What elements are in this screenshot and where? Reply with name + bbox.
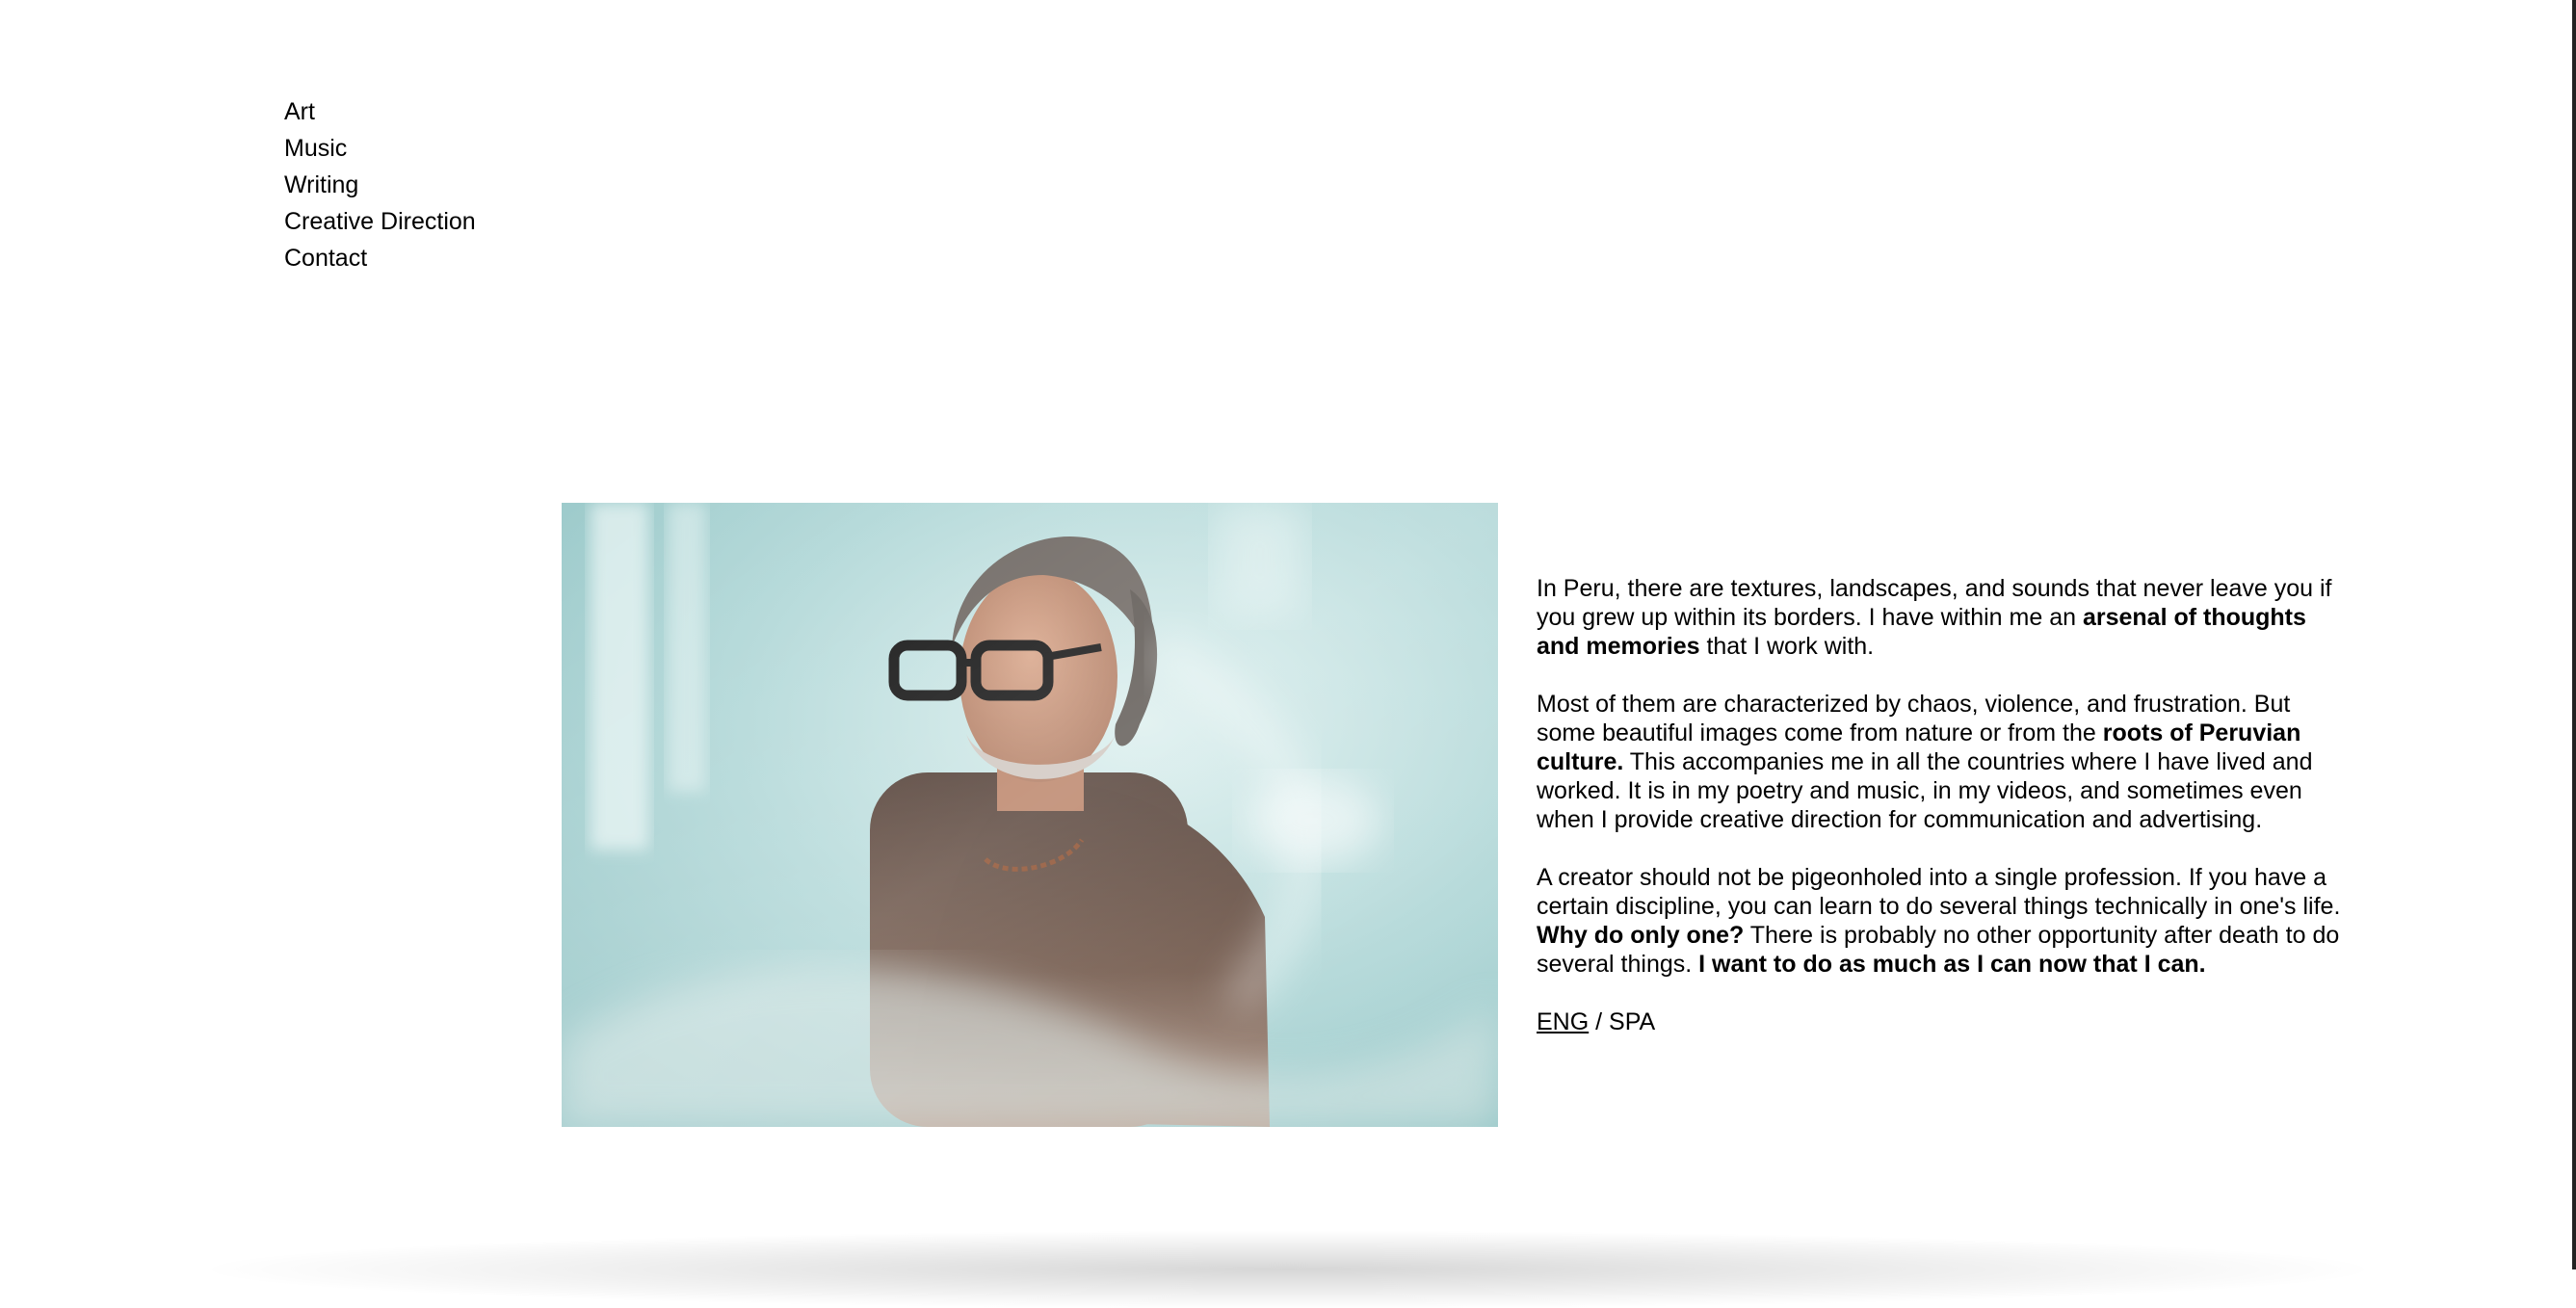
artist-portrait (562, 503, 1498, 1127)
nav-link-creative-direction[interactable]: Creative Direction (284, 203, 476, 240)
nav-link-music[interactable]: Music (284, 130, 476, 167)
nav-link-contact[interactable]: Contact (284, 240, 476, 276)
language-separator: / (1589, 1008, 1610, 1035)
nav-link-writing[interactable]: Writing (284, 167, 476, 203)
nav-link-art[interactable]: Art (284, 93, 476, 130)
bio-paragraph-2: Most of them are characterized by chaos,… (1537, 691, 2313, 833)
main-nav: Art Music Writing Creative Direction Con… (284, 93, 476, 276)
language-switcher: ENG / SPA (1537, 1007, 2346, 1036)
language-link-spa[interactable]: SPA (1609, 1008, 1655, 1035)
language-link-eng[interactable]: ENG (1537, 1008, 1589, 1035)
bio-text: In Peru, there are textures, landscapes,… (1537, 574, 2346, 1036)
bio-paragraph-3: A creator should not be pigeonholed into… (1537, 864, 2341, 978)
footer-shadow (212, 1231, 2364, 1308)
artist-portrait-illustration (562, 503, 1498, 1127)
window-edge (2572, 0, 2576, 1269)
bio-paragraph-1: In Peru, there are textures, landscapes,… (1537, 575, 2332, 660)
